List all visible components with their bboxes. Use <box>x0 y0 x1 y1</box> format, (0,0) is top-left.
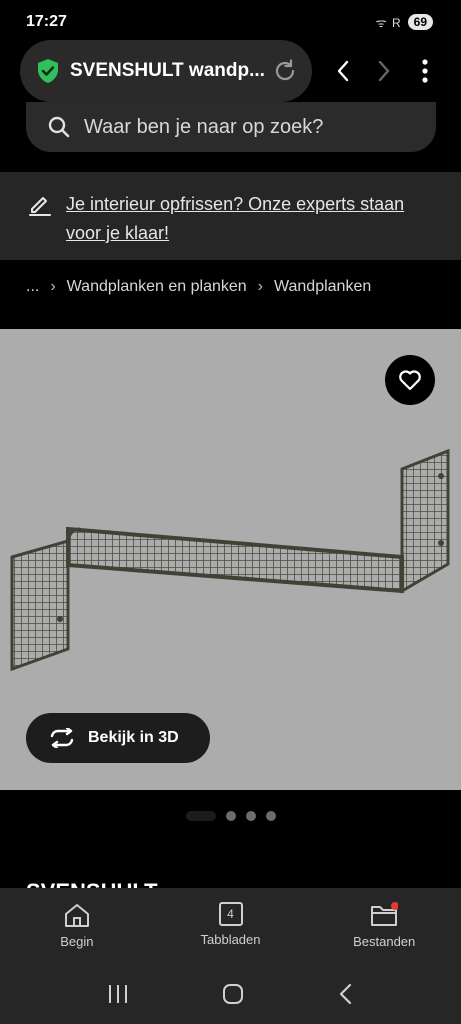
chevron-right-icon: › <box>50 278 56 295</box>
nav-home[interactable]: Begin <box>0 888 154 964</box>
breadcrumb-item-wall-shelves[interactable]: Wandplanken <box>274 278 371 296</box>
promo-link[interactable]: Je interieur opfrissen? Onze experts sta… <box>66 190 441 248</box>
carousel-dot[interactable] <box>225 811 236 821</box>
tabs-icon: 4 <box>218 902 243 926</box>
recent-apps-icon[interactable] <box>107 984 129 1004</box>
nav-tabs[interactable]: 4 Tabbladen <box>154 888 308 964</box>
heart-icon <box>399 370 421 391</box>
browser-toolbar: SVENSHULT wandp... <box>0 40 461 102</box>
nav-home-label: Begin <box>60 934 94 949</box>
view-3d-label: Bekijk in 3D <box>88 729 179 746</box>
nav-tabs-label: Tabbladen <box>200 932 261 947</box>
address-bar[interactable]: SVENSHULT wandp... <box>20 40 312 102</box>
folder-icon <box>371 902 399 926</box>
search-placeholder: Waar ben je naar op zoek? <box>84 115 324 138</box>
rotate-3d-icon <box>50 728 74 748</box>
product-image-carousel[interactable]: Bekijk in 3D <box>0 329 461 790</box>
carousel-dot[interactable] <box>245 811 256 821</box>
chevron-left-icon <box>337 60 349 82</box>
promo-banner: Je interieur opfrissen? Onze experts sta… <box>0 172 461 260</box>
search-icon <box>48 116 70 138</box>
pencil-icon <box>29 197 51 216</box>
carousel-indicator <box>0 808 461 824</box>
menu-button[interactable] <box>410 56 440 86</box>
status-bar: 17:27 ᯤ R 69 <box>0 0 461 44</box>
favorite-button[interactable] <box>385 355 435 405</box>
status-icons: ᯤ R 69 <box>376 14 433 31</box>
nav-files-label: Bestanden <box>353 934 416 949</box>
back-button[interactable] <box>328 56 358 86</box>
system-nav-bar <box>0 964 461 1024</box>
battery-icon: 69 <box>407 14 433 30</box>
chevron-right-icon: › <box>257 278 263 295</box>
back-nav-icon[interactable] <box>338 983 354 1005</box>
shield-check-icon <box>38 59 58 83</box>
battery-level: 69 <box>413 15 427 29</box>
home-button-icon[interactable] <box>222 983 244 1005</box>
url-title: SVENSHULT wandp... <box>70 60 265 81</box>
bottom-nav: Begin 4 Tabbladen Bestanden <box>0 888 461 964</box>
carousel-dot[interactable] <box>265 811 276 821</box>
breadcrumb-item-more[interactable]: ... <box>26 278 39 296</box>
carousel-dot-active[interactable] <box>185 811 216 821</box>
home-icon <box>64 904 89 927</box>
status-time: 17:27 <box>26 13 67 30</box>
search-input[interactable]: Waar ben je naar op zoek? <box>26 102 436 152</box>
breadcrumb-item-wall-shelves-and-shelves[interactable]: Wandplanken en planken <box>67 278 247 296</box>
breadcrumb: ... › Wandplanken en planken › Wandplank… <box>26 270 371 304</box>
view-3d-button[interactable]: Bekijk in 3D <box>26 713 210 763</box>
wifi-signal-icon: ᯤ R <box>375 15 402 30</box>
chevron-right-icon <box>378 60 390 82</box>
more-vertical-icon <box>422 59 428 83</box>
forward-button[interactable] <box>369 56 399 86</box>
reload-icon[interactable] <box>272 58 298 84</box>
nav-files[interactable]: Bestanden <box>307 888 461 964</box>
